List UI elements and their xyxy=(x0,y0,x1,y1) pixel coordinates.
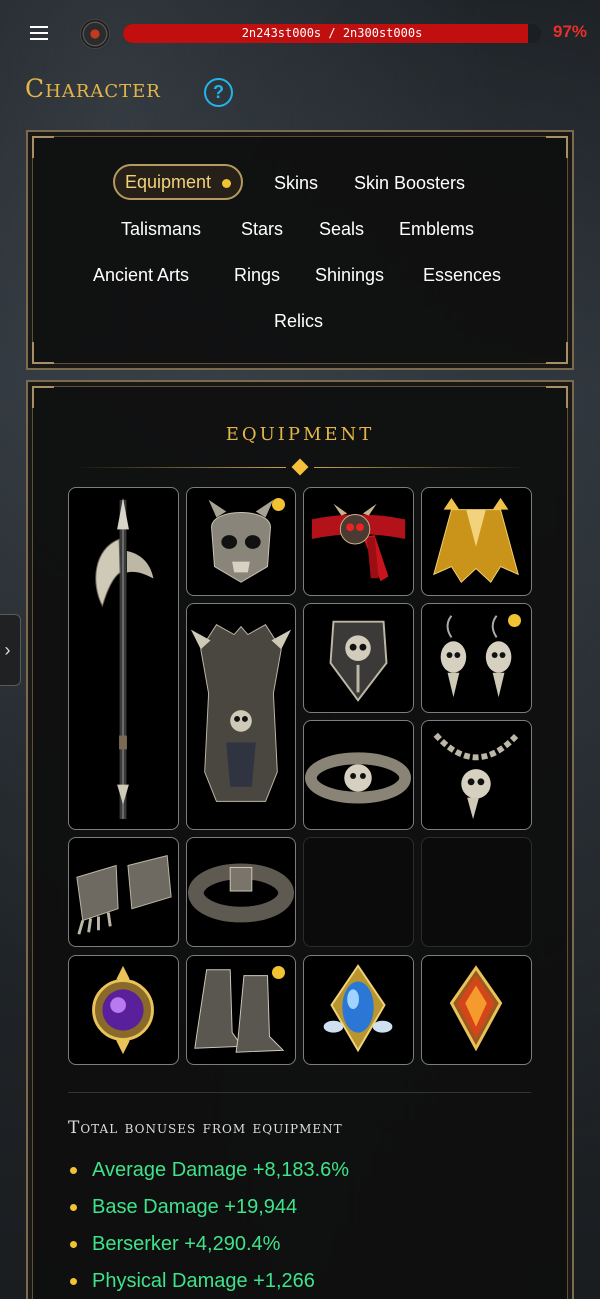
slot-red-skull-belt[interactable] xyxy=(303,487,414,596)
divider xyxy=(314,467,526,468)
slot-fire-gem-amulet[interactable] xyxy=(421,955,532,1065)
slot-skull-armor[interactable] xyxy=(186,603,296,830)
notification-dot-icon xyxy=(508,614,521,627)
help-icon[interactable]: ? xyxy=(204,78,233,107)
bonus-item: Average Damage +8,183.6% xyxy=(68,1152,349,1189)
slot-skull-boots[interactable] xyxy=(186,955,296,1065)
divider xyxy=(74,467,286,468)
slot-skull-shield[interactable] xyxy=(303,603,414,713)
slot-golden-cape[interactable] xyxy=(421,487,532,596)
tab-talismans[interactable]: Talismans xyxy=(121,211,201,247)
slot-purple-gem-amulet[interactable] xyxy=(68,955,179,1065)
experience-progress-bar: 2n243st000s / 2n300st000s xyxy=(123,24,541,43)
tab-ancient-arts[interactable]: Ancient Arts xyxy=(93,257,189,293)
bonus-title: Total bonuses from equipment xyxy=(68,1118,343,1138)
slot-skull-earrings[interactable] xyxy=(421,603,532,713)
divider xyxy=(68,1092,531,1093)
progress-percent: 97% xyxy=(553,22,588,41)
hamburger-menu-icon[interactable] xyxy=(28,22,52,44)
notification-dot-icon xyxy=(272,966,285,979)
slot-skull-bracelet[interactable] xyxy=(303,720,414,830)
tab-relics[interactable]: Relics xyxy=(274,303,323,339)
slot-blue-gem-amulet[interactable] xyxy=(303,955,414,1065)
slot-empty xyxy=(303,837,414,947)
slot-skull-necklace[interactable] xyxy=(421,720,532,830)
tab-seals[interactable]: Seals xyxy=(319,211,364,247)
tab-shinings[interactable]: Shinings xyxy=(315,257,384,293)
tab-emblems[interactable]: Emblems xyxy=(399,211,474,247)
bonus-item: Berserker +4,290.4% xyxy=(68,1226,349,1263)
side-panel-toggle[interactable]: › xyxy=(0,614,21,686)
notification-dot-icon xyxy=(222,179,232,188)
tab-stars[interactable]: Stars xyxy=(241,211,283,247)
notification-dot-icon xyxy=(272,498,285,511)
page-title: Character xyxy=(25,74,161,103)
section-title: EQUIPMENT xyxy=(225,424,375,445)
slot-empty xyxy=(421,837,532,947)
tab-essences[interactable]: Essences xyxy=(423,257,501,293)
slot-halberd-weapon[interactable] xyxy=(68,487,179,830)
top-bar: 2n243st000s / 2n300st000s 97% xyxy=(0,0,600,66)
tab-equipment[interactable]: Equipment xyxy=(113,164,244,200)
tab-rings[interactable]: Rings xyxy=(234,257,280,293)
slot-iron-gauntlets[interactable] xyxy=(68,837,179,947)
bonus-item: Base Damage +19,944 xyxy=(68,1189,349,1226)
chevron-right-icon: › xyxy=(4,640,11,660)
bonus-list: Average Damage +8,183.6% Base Damage +19… xyxy=(68,1152,349,1299)
progress-text: 2n243st000s / 2n300st000s xyxy=(241,26,423,40)
bonus-item: Physical Damage +1,266 xyxy=(68,1263,349,1299)
player-avatar-icon[interactable] xyxy=(80,19,110,49)
slot-skull-helmet[interactable] xyxy=(186,487,296,596)
tab-label: Equipment xyxy=(125,172,212,192)
tab-skins[interactable]: Skins xyxy=(274,165,318,201)
tab-skin-boosters[interactable]: Skin Boosters xyxy=(354,165,465,201)
slot-iron-belt[interactable] xyxy=(186,837,296,947)
